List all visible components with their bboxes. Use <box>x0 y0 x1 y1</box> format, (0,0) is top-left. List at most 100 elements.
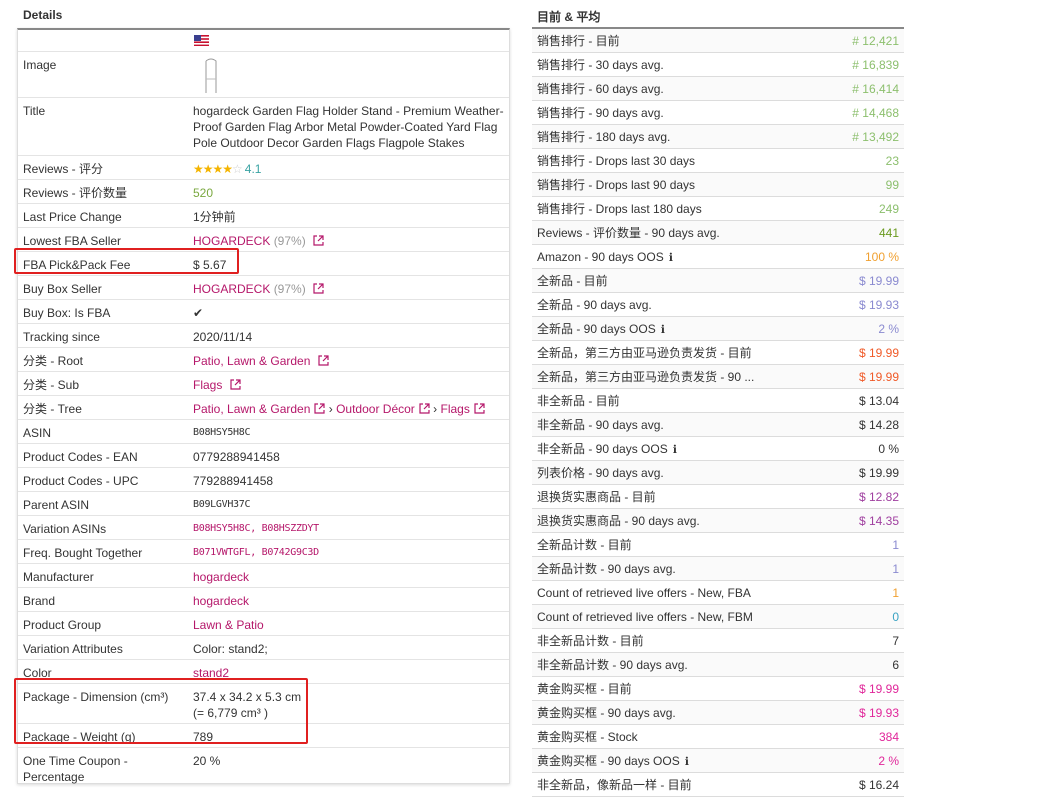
external-link-icon[interactable] <box>313 282 324 298</box>
stats-label: 非全新品，像新品一样 - 目前 <box>537 778 692 792</box>
category-link[interactable]: Patio, Lawn & Garden <box>193 354 310 368</box>
stats-row: 销售排行 - 30 days avg. # 16,839 <box>532 53 904 77</box>
table-row: Buy Box Seller HOGARDECK (97%) <box>18 276 509 300</box>
stats-value: # 16,839 <box>852 58 899 72</box>
stats-row: 销售排行 - 90 days avg. # 14,468 <box>532 101 904 125</box>
seller-link[interactable]: HOGARDECK <box>193 234 270 248</box>
row-label: Package - Dimension (cm³) <box>23 690 169 704</box>
stats-row: 非全新品计数 - 90 days avg. 6 <box>532 653 904 677</box>
external-link-icon[interactable] <box>419 402 430 418</box>
stats-value: 441 <box>878 226 899 240</box>
stats-row: Count of retrieved live offers - New, FB… <box>532 581 904 605</box>
external-link-icon[interactable] <box>318 354 329 370</box>
details-table: Image Title hogardeck Garden Flag Holder… <box>17 28 510 784</box>
brand-link[interactable]: hogardeck <box>193 593 505 609</box>
table-row: One Time Coupon - Percentage 20 % <box>18 748 509 786</box>
stats-label: 全新品 - 90 days avg. <box>537 298 652 312</box>
stats-label: 非全新品 - 目前 <box>537 394 620 408</box>
stats-label: 退换货实惠商品 - 90 days avg. <box>537 514 700 528</box>
category-link[interactable]: Flags <box>440 402 469 416</box>
stats-row: Count of retrieved live offers - New, FB… <box>532 605 904 629</box>
row-label: Product Codes - EAN <box>23 450 138 464</box>
stats-row: 黄金购买框 - 90 days OOS ℹ 2 % <box>532 749 904 773</box>
row-label: ASIN <box>23 426 52 440</box>
stats-value: $ 19.99 <box>858 346 899 360</box>
stats-label: 黄金购买框 - 目前 <box>537 682 632 696</box>
row-label: Parent ASIN <box>23 498 90 512</box>
stats-label: 销售排行 - Drops last 90 days <box>537 178 696 192</box>
review-count: 520 <box>193 186 214 200</box>
stats-row: Reviews - 评价数量 - 90 days avg. 441 <box>532 221 904 245</box>
stats-value: 249 <box>878 202 899 216</box>
variation-asins-link[interactable]: B08HSY5H8C, B08HSZZDYT <box>193 521 505 537</box>
table-row: 分类 - Tree Patio, Lawn & Garden › Outdoor… <box>18 396 509 420</box>
info-icon[interactable]: ℹ <box>673 444 677 456</box>
row-value: HOGARDECK (97%) <box>193 281 505 298</box>
parent-asin-value: B09LGVH37C <box>193 499 251 510</box>
row-label: One Time Coupon - Percentage <box>23 754 128 784</box>
stats-label: 全新品计数 - 目前 <box>537 538 632 552</box>
category-link[interactable]: Outdoor Décor <box>336 402 415 416</box>
table-row: Tracking since 2020/11/14 <box>18 324 509 348</box>
stats-value: 0 <box>892 610 899 624</box>
stats-label: 销售排行 - 30 days avg. <box>537 58 664 72</box>
row-label: Image <box>23 58 57 72</box>
row-label: Lowest FBA Seller <box>23 234 122 248</box>
row-label: Variation Attributes <box>23 642 123 656</box>
stats-value: $ 12.82 <box>858 490 899 504</box>
row-value: 779288941458 <box>193 474 274 488</box>
stats-row: 非全新品计数 - 目前 7 <box>532 629 904 653</box>
product-group-link[interactable]: Lawn & Patio <box>193 617 505 633</box>
category-link[interactable]: Flags <box>193 378 222 392</box>
stats-value: $ 16.24 <box>858 778 899 792</box>
manufacturer-link[interactable]: hogardeck <box>193 569 505 585</box>
stats-value: # 16,414 <box>852 82 899 96</box>
external-link-icon[interactable] <box>474 402 485 418</box>
stats-label: 全新品，第三方由亚马逊负责发货 - 90 ... <box>537 370 755 384</box>
row-label: Reviews - 评价数量 <box>23 186 128 200</box>
color-link[interactable]: stand2 <box>193 665 505 681</box>
stats-value: 1 <box>892 538 899 552</box>
stats-label: 退换货实惠商品 - 目前 <box>537 490 656 504</box>
row-label: Manufacturer <box>23 570 94 584</box>
stats-row: 非全新品 - 90 days avg. $ 14.28 <box>532 413 904 437</box>
stats-row: 退换货实惠商品 - 目前 $ 12.82 <box>532 485 904 509</box>
stats-label-wrap: 黄金购买框 - 90 days OOS ℹ <box>537 754 689 769</box>
stats-value: 2 % <box>878 322 899 336</box>
table-row: Package - Weight (g) 789 <box>18 724 509 748</box>
stats-value: # 13,492 <box>852 130 899 144</box>
row-value: 37.4 x 34.2 x 5.3 cm (= 6,779 cm³ ) <box>193 690 302 720</box>
row-value: 0779288941458 <box>193 450 280 464</box>
stats-label: 非全新品 - 90 days OOS <box>537 442 668 456</box>
row-label: Color <box>23 666 52 680</box>
external-link-icon[interactable] <box>313 234 324 250</box>
stats-value: # 12,421 <box>852 34 899 48</box>
table-row: 分类 - Root Patio, Lawn & Garden <box>18 348 509 372</box>
info-icon[interactable]: ℹ <box>685 756 689 768</box>
stats-label: 销售排行 - 目前 <box>537 34 620 48</box>
stats-label: 非全新品计数 - 目前 <box>537 634 644 648</box>
seller-link[interactable]: HOGARDECK <box>193 282 270 296</box>
product-image-thumbnail[interactable] <box>204 57 218 96</box>
info-icon[interactable]: ℹ <box>669 252 673 264</box>
external-link-icon[interactable] <box>314 402 326 418</box>
table-row: Package - Dimension (cm³) 37.4 x 34.2 x … <box>18 684 509 724</box>
stats-row: 全新品，第三方由亚马逊负责发货 - 目前 $ 19.99 <box>532 341 904 365</box>
stats-value: $ 19.93 <box>858 706 899 720</box>
stats-label: 黄金购买框 - 90 days avg. <box>537 706 676 720</box>
stats-label-wrap: 非全新品 - 90 days OOS ℹ <box>537 442 677 457</box>
stats-value: # 14,468 <box>852 106 899 120</box>
stats-label: 销售排行 - 60 days avg. <box>537 82 664 96</box>
category-link[interactable]: Patio, Lawn & Garden <box>193 402 310 416</box>
stats-row: 全新品 - 目前 $ 19.99 <box>532 269 904 293</box>
table-row: Title hogardeck Garden Flag Holder Stand… <box>18 98 509 156</box>
table-row: Variation ASINs B08HSY5H8C, B08HSZZDYT <box>18 516 509 540</box>
table-row <box>18 30 509 52</box>
table-row: Manufacturer hogardeck <box>18 564 509 588</box>
stats-label-wrap: Amazon - 90 days OOS ℹ <box>537 250 673 265</box>
bought-together-link[interactable]: B071VWTGFL, B0742G9C3D <box>193 545 505 561</box>
external-link-icon[interactable] <box>230 378 241 394</box>
info-icon[interactable]: ℹ <box>661 324 665 336</box>
table-row: 分类 - Sub Flags <box>18 372 509 396</box>
stats-value: 23 <box>885 154 899 168</box>
